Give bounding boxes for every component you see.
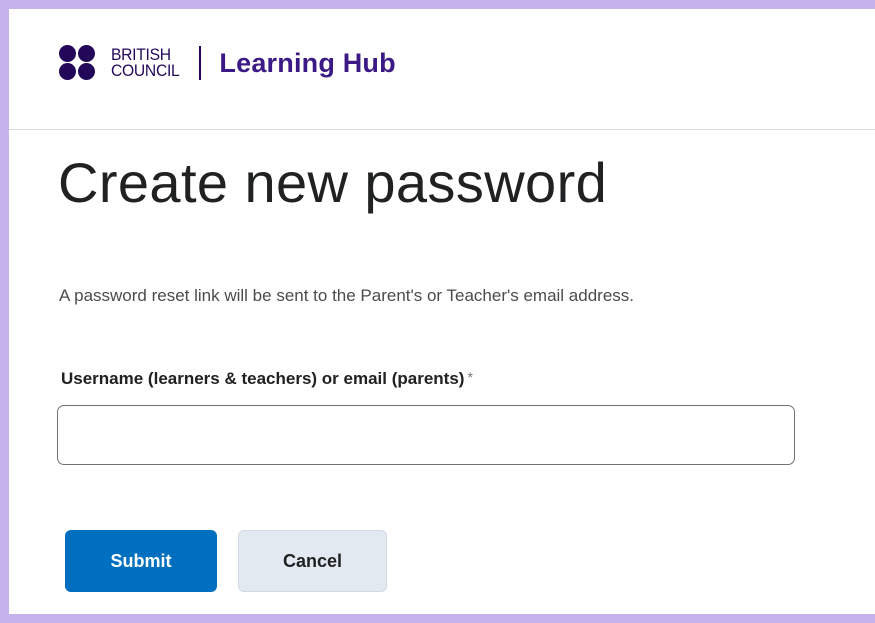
submit-button[interactable]: Submit — [65, 530, 217, 592]
cancel-button[interactable]: Cancel — [238, 530, 387, 592]
brand-line-2: COUNCIL — [111, 61, 180, 80]
username-or-email-input[interactable] — [57, 405, 795, 465]
required-marker: * — [467, 369, 473, 385]
brand-wordmark: BRITISH COUNCIL — [111, 46, 180, 80]
reset-info-text: A password reset link will be sent to th… — [59, 286, 635, 305]
logo-divider — [199, 46, 202, 80]
username-label-text: Username (learners & teachers) or email … — [61, 369, 465, 388]
app-title: Learning Hub — [219, 47, 396, 78]
username-field-label: Username (learners & teachers) or email … — [61, 369, 473, 389]
british-council-logo[interactable]: BRITISH COUNCIL Learning Hub — [59, 43, 396, 83]
page-frame: BRITISH COUNCIL Learning Hub Create new … — [9, 9, 875, 614]
british-council-dots-icon — [59, 45, 105, 81]
site-header: BRITISH COUNCIL Learning Hub — [9, 9, 875, 130]
page-title: Create new password — [58, 151, 608, 214]
